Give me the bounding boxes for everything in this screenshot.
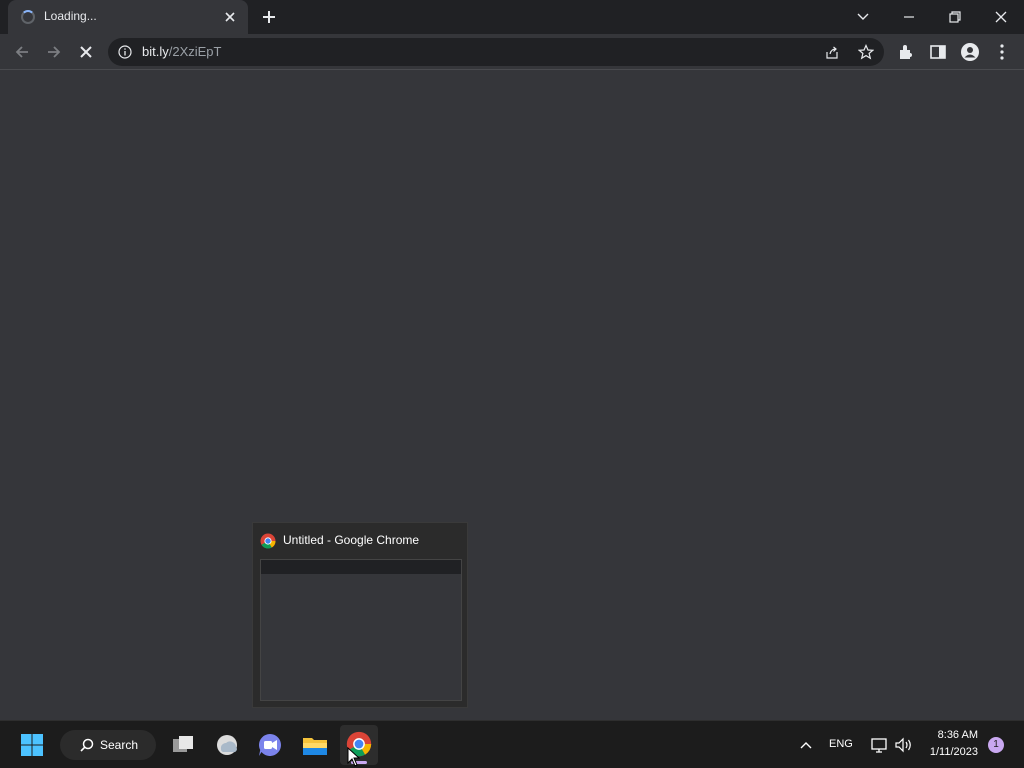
taskbar: Search ENG 8:36 AM 1/11/2023 1 — [0, 720, 1024, 768]
chrome-icon — [260, 533, 276, 549]
forward-icon[interactable] — [44, 42, 64, 62]
url-path: /2XziEpT — [168, 44, 222, 59]
bookmark-star-icon[interactable] — [858, 44, 874, 60]
url-text[interactable]: bit.ly/2XziEpT — [142, 44, 221, 59]
preview-thumbnail[interactable] — [260, 559, 462, 701]
volume-icon[interactable] — [893, 735, 913, 755]
share-icon[interactable] — [824, 44, 840, 60]
url-host: bit.ly — [142, 44, 169, 59]
teams-chat-icon[interactable] — [256, 731, 284, 759]
menu-icon[interactable] — [992, 42, 1012, 62]
close-tab-icon[interactable] — [222, 9, 238, 25]
page-content — [0, 70, 1024, 720]
widgets-weather-icon[interactable] — [213, 731, 241, 759]
stop-loading-icon[interactable] — [76, 42, 96, 62]
clock-time[interactable]: 8:36 AM — [928, 729, 978, 741]
taskbar-window-preview[interactable]: Untitled - Google Chrome — [252, 522, 468, 708]
close-window-icon[interactable] — [989, 6, 1013, 28]
search-icon — [80, 738, 94, 752]
address-bar[interactable]: bit.ly/2XziEpT — [108, 38, 884, 66]
show-hidden-icons-icon[interactable] — [798, 737, 814, 753]
input-language[interactable]: ENG — [829, 738, 853, 750]
tab-search-icon[interactable] — [851, 6, 875, 28]
restore-icon[interactable] — [943, 6, 967, 28]
notification-badge[interactable]: 1 — [988, 737, 1004, 753]
windows-start-icon[interactable] — [18, 731, 46, 759]
extensions-icon[interactable] — [896, 42, 916, 62]
mouse-cursor-icon — [347, 747, 361, 767]
clock-date[interactable]: 1/11/2023 — [918, 746, 978, 758]
preview-title: Untitled - Google Chrome — [283, 533, 420, 547]
thumbnail-tabstrip — [261, 560, 461, 574]
tab-strip: Loading... — [0, 0, 1024, 34]
minimize-icon[interactable] — [897, 6, 921, 28]
profile-icon[interactable] — [960, 42, 980, 62]
browser-tab[interactable]: Loading... — [8, 0, 248, 34]
tab-title: Loading... — [44, 9, 97, 23]
loading-spinner-icon — [21, 10, 35, 24]
network-icon[interactable] — [869, 735, 889, 755]
back-icon[interactable] — [12, 42, 32, 62]
taskbar-search-button[interactable]: Search — [60, 730, 156, 760]
new-tab-icon[interactable] — [260, 8, 278, 26]
task-view-icon[interactable] — [169, 731, 197, 759]
file-explorer-icon[interactable] — [301, 731, 329, 759]
side-panel-icon[interactable] — [928, 42, 948, 62]
site-info-icon[interactable] — [118, 45, 132, 59]
search-label: Search — [100, 738, 139, 752]
browser-toolbar: bit.ly/2XziEpT — [0, 34, 1024, 70]
